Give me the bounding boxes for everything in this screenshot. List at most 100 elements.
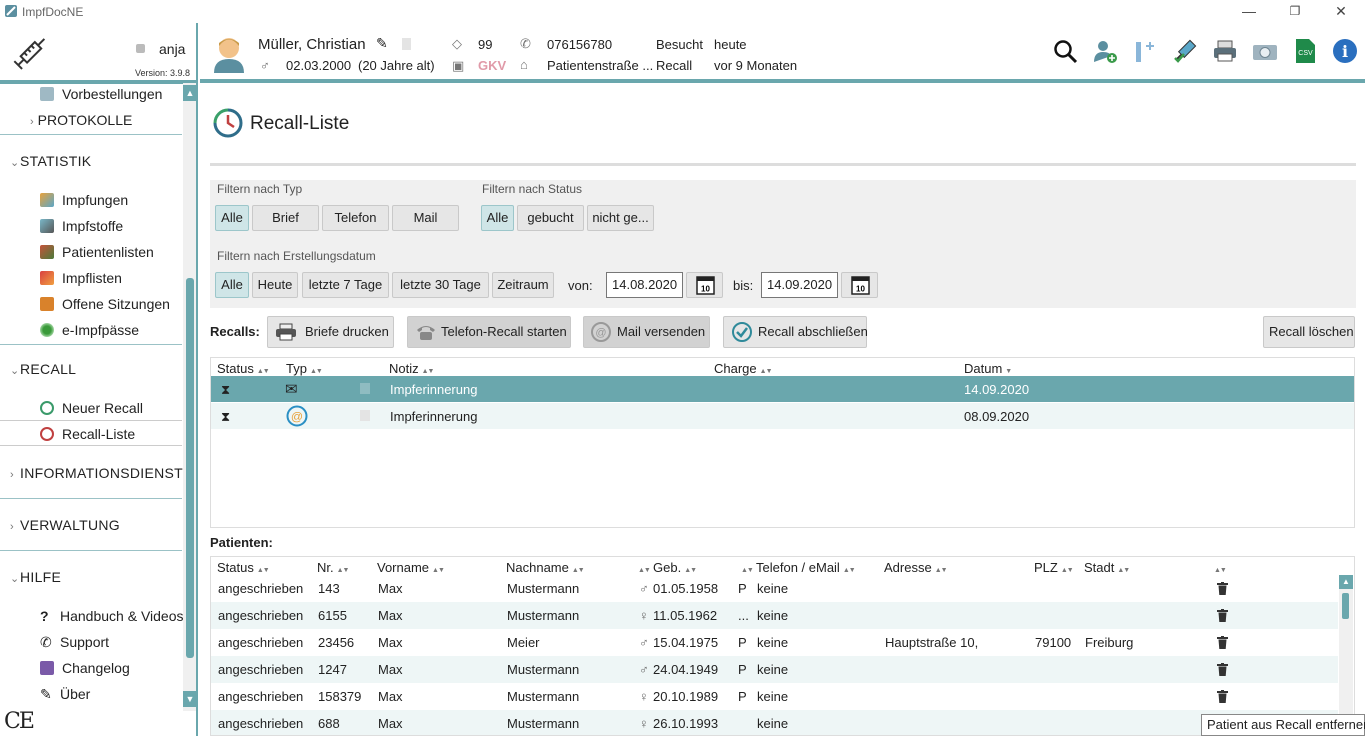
sidebar-item-ueber[interactable]: ✎ Über: [40, 686, 90, 703]
trash-icon[interactable]: [1217, 663, 1228, 676]
filter-status-nicht-gebucht[interactable]: nicht ge...: [587, 205, 654, 231]
section-informationsdienst[interactable]: › INFORMATIONSDIENST: [10, 465, 183, 481]
filter-typ-alle[interactable]: Alle: [215, 205, 249, 231]
patient-row[interactable]: angeschrieben 688 Max Mustermann ♀ 26.10.1993…: [211, 710, 1338, 735]
filter-typ-mail[interactable]: Mail: [392, 205, 459, 231]
trash-icon[interactable]: [1217, 609, 1228, 622]
recall-row[interactable]: ⧗ ✉ Impferinnerung 14.09.2020: [211, 376, 1354, 402]
sidebar-item-impflisten[interactable]: Impflisten: [40, 270, 122, 286]
sidebar-item-impfungen[interactable]: Impfungen: [40, 192, 128, 208]
scroll-thumb[interactable]: [1342, 593, 1349, 619]
column-header-sex[interactable]: ▲▼: [635, 560, 651, 575]
filter-typ-brief[interactable]: Brief: [252, 205, 319, 231]
recall-loeschen-button[interactable]: Recall löschen: [1263, 316, 1355, 348]
trash-icon[interactable]: [402, 38, 411, 50]
sidebar-item-support[interactable]: ✆ Support: [40, 634, 109, 651]
scroll-up-icon[interactable]: ▲: [1339, 575, 1353, 589]
column-header-telefon[interactable]: Telefon / eMail ▲▼: [756, 560, 856, 575]
column-header-vorname[interactable]: Vorname ▲▼: [377, 560, 445, 575]
patient-row[interactable]: angeschrieben 1247 Max Mustermann ♂ 24.04.194…: [211, 656, 1338, 683]
cell-p: ...: [738, 608, 749, 623]
sidebar-item-offene-sitzungen[interactable]: Offene Sitzungen: [40, 296, 170, 312]
svg-text:@: @: [595, 327, 606, 339]
von-calendar-button[interactable]: 10: [686, 272, 723, 298]
sidebar-item-vorbestellungen[interactable]: Vorbestellungen: [40, 86, 162, 102]
ce-mark: CE: [4, 709, 35, 734]
vaccine-icon[interactable]: [1172, 38, 1198, 64]
info-icon[interactable]: i: [1332, 38, 1358, 64]
search-icon[interactable]: [1052, 38, 1078, 64]
column-header-p[interactable]: ▲▼: [738, 560, 754, 575]
filter-typ-telefon[interactable]: Telefon: [322, 205, 389, 231]
filter-datum-alle[interactable]: Alle: [215, 272, 249, 298]
patients-scrollbar[interactable]: ▲: [1339, 575, 1353, 735]
cell-geb: 26.10.1993: [653, 716, 719, 731]
sidebar-item-neuer-recall[interactable]: Neuer Recall: [40, 400, 143, 416]
trash-icon[interactable]: [1217, 582, 1228, 595]
minimize-button[interactable]: —: [1238, 2, 1260, 20]
sidebar-item-handbuch[interactable]: ? Handbuch & Videos: [40, 608, 184, 624]
print-icon[interactable]: [1212, 38, 1238, 64]
scroll-up-icon[interactable]: ▲: [183, 85, 196, 101]
column-header-stadt[interactable]: Stadt ▲▼: [1084, 560, 1130, 575]
patient-row[interactable]: angeschrieben 6155 Max Mustermann ♀ 11.05.196…: [211, 602, 1338, 629]
add-entry-icon[interactable]: [1132, 38, 1158, 64]
cell-tel: keine: [757, 662, 789, 677]
sidebar-item-patientenlisten[interactable]: Patientenlisten: [40, 244, 154, 260]
mail-versenden-button[interactable]: @ Mail versenden: [583, 316, 710, 348]
patient-row[interactable]: angeschrieben 23456 Max Meier ♂ 15.04.1975 Pke…: [211, 629, 1338, 656]
bis-calendar-button[interactable]: 10: [841, 272, 878, 298]
filter-datum-7-tage[interactable]: letzte 7 Tage: [302, 272, 389, 298]
sidebar-item-protokolle[interactable]: › PROTOKOLLE: [30, 112, 132, 128]
column-header-plz[interactable]: PLZ ▲▼: [1034, 560, 1074, 575]
trash-icon[interactable]: [1217, 636, 1228, 649]
column-header-adresse[interactable]: Adresse ▲▼: [884, 560, 948, 575]
recall-abschliessen-button[interactable]: Recall abschließen: [723, 316, 868, 348]
telefon-recall-button[interactable]: Telefon-Recall starten: [407, 316, 571, 348]
column-header-geb[interactable]: Geb. ▲▼: [653, 560, 697, 575]
restore-button[interactable]: ❐: [1284, 2, 1306, 20]
section-statistik[interactable]: ⌄STATISTIK: [10, 153, 91, 169]
scroll-down-icon[interactable]: ▼: [183, 691, 196, 707]
close-button[interactable]: ✕: [1330, 2, 1352, 20]
filter-status-gebucht[interactable]: gebucht: [517, 205, 584, 231]
patients-table: Status ▲▼ Nr. ▲▼ Vorname ▲▼ Nachname ▲▼ ▲▼ G…: [210, 556, 1355, 736]
column-header-status[interactable]: Status ▲▼: [217, 560, 270, 575]
column-header-typ[interactable]: Typ ▲▼: [286, 361, 323, 376]
column-header-nr[interactable]: Nr. ▲▼: [317, 560, 349, 575]
section-hilfe[interactable]: ⌄HILFE: [10, 569, 61, 585]
camera-icon[interactable]: [1252, 38, 1278, 64]
csv-export-icon[interactable]: CSV: [1292, 38, 1318, 64]
filter-datum-30-tage[interactable]: letzte 30 Tage: [392, 272, 489, 298]
sidebar-item-impfstoffe[interactable]: Impfstoffe: [40, 218, 123, 234]
trash-icon[interactable]: [1217, 690, 1228, 703]
column-header-datum[interactable]: Datum ▼: [964, 361, 1012, 376]
print-icon: [276, 323, 296, 341]
add-patient-icon[interactable]: [1092, 38, 1118, 64]
column-header-nachname[interactable]: Nachname ▲▼: [506, 560, 585, 575]
sidebar-scrollbar[interactable]: ▲ ▼: [183, 83, 196, 711]
briefe-drucken-button[interactable]: Briefe drucken: [267, 316, 394, 348]
section-recall[interactable]: ⌄RECALL: [10, 361, 76, 377]
edit-pencil-icon[interactable]: ✎: [376, 35, 388, 52]
filter-status-alle[interactable]: Alle: [481, 205, 514, 231]
sidebar-item-recall-liste[interactable]: Recall-Liste: [40, 426, 135, 442]
patient-row[interactable]: angeschrieben 143 Max Mustermann ♂ 01.05.1958…: [211, 575, 1338, 602]
column-header-actions[interactable]: ▲▼: [1211, 560, 1227, 575]
von-date-input[interactable]: 14.08.2020: [606, 272, 683, 298]
column-header-charge[interactable]: Charge ▲▼: [714, 361, 772, 376]
scroll-thumb[interactable]: [186, 278, 194, 658]
patient-avatar[interactable]: [212, 35, 246, 73]
column-header-status[interactable]: Status ▲▼: [217, 361, 270, 376]
section-verwaltung[interactable]: › VERWALTUNG: [10, 517, 120, 533]
patient-row[interactable]: angeschrieben 158379 Max Mustermann ♀ 20.10.1…: [211, 683, 1338, 710]
recall-row[interactable]: ⧗ @ Impferinnerung 08.09.2020: [211, 403, 1354, 429]
column-header-notiz[interactable]: Notiz ▲▼: [389, 361, 434, 376]
bis-date-input[interactable]: 14.09.2020: [761, 272, 838, 298]
filter-datum-zeitraum[interactable]: Zeitraum: [492, 272, 554, 298]
main-content: Recall-Liste Filtern nach Typ Alle Brief…: [200, 83, 1365, 736]
sidebar-item-e-impfpaesse[interactable]: e-Impfpässe: [40, 322, 139, 338]
sidebar-item-changelog[interactable]: Changelog: [40, 660, 130, 676]
filter-datum-heute[interactable]: Heute: [252, 272, 298, 298]
cell-tel: keine: [757, 689, 789, 704]
